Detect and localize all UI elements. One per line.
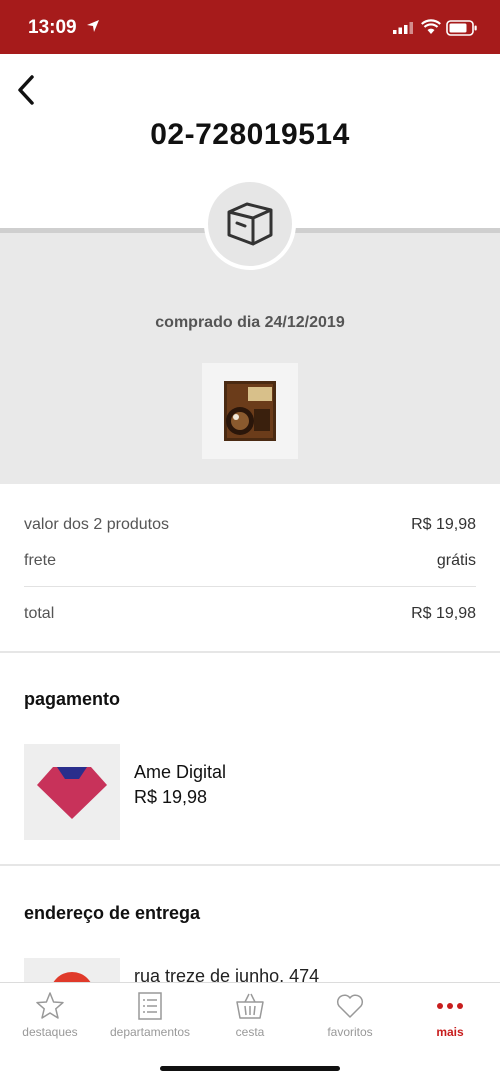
shipping-value: grátis [436,552,476,569]
tab-destaques[interactable]: destaques [0,983,100,1047]
total-value: R$ 19,98 [411,605,476,622]
home-indicator[interactable] [160,1066,340,1071]
list-icon [138,992,162,1020]
product-thumbnail[interactable] [202,363,298,459]
purchase-date: comprado dia 24/12/2019 [155,314,345,331]
ame-digital-logo-icon [37,767,107,819]
products-value-row: valor dos 2 produtos R$ 19,98 [24,516,476,534]
product-image [224,381,276,441]
package-status-badge [204,178,296,270]
battery-icon [446,20,477,36]
tab-departamentos[interactable]: departamentos [100,983,200,1047]
totals-divider [24,586,476,587]
location-arrow-icon [87,20,99,32]
shipping-label: frete [24,552,57,569]
star-icon [36,992,64,1019]
total-label: total [24,605,55,622]
products-value-label: valor dos 2 produtos [24,516,169,533]
payment-method-logo [24,744,120,840]
status-time: 13:09 [28,17,77,38]
cellular-signal-icon [393,22,413,34]
more-dots-icon [437,1003,463,1009]
tab-label: favoritos [327,1025,373,1039]
tab-label: departamentos [109,1025,191,1039]
wifi-icon [421,19,441,34]
tab-favoritos[interactable]: favoritos [300,983,400,1047]
delivery-section-title: endereço de entrega [24,903,201,923]
payment-method-name: Ame Digital [134,762,227,782]
status-bar: 13:09 [0,0,500,54]
tab-label: mais [436,1025,464,1039]
payment-amount: R$ 19,98 [134,787,208,807]
tab-mais[interactable]: mais [400,983,500,1047]
shipping-row: frete grátis [24,552,476,570]
tab-label: cesta [235,1025,265,1039]
total-row: total R$ 19,98 [24,605,476,623]
back-arrow-icon[interactable] [12,70,46,110]
section-divider [0,651,500,653]
heart-icon [336,994,364,1018]
payment-section-title: pagamento [24,689,121,709]
tab-label: destaques [22,1025,78,1039]
section-divider [0,864,500,866]
package-box-icon [227,202,273,246]
order-number: 02-728019514 [150,118,350,151]
tab-cesta[interactable]: cesta [200,983,300,1047]
products-value-amount: R$ 19,98 [411,516,476,533]
basket-icon [236,993,264,1019]
